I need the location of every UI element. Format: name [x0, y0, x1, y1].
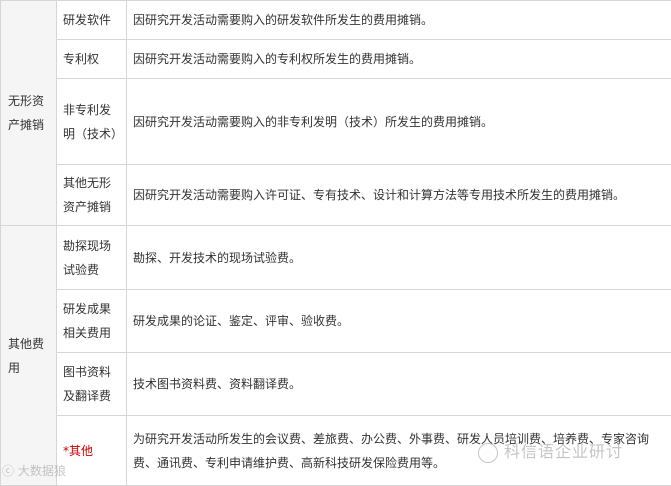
table-row: *其他 为研究开发活动所发生的会议费、差旅费、办公费、外事费、研发人员培训费、培… [1, 415, 671, 486]
item-cell: 勘探现场试验费 [56, 225, 127, 290]
description-cell: 勘探、开发技术的现场试验费。 [126, 225, 671, 290]
item-cell: 非专利发明（技术） [56, 78, 127, 165]
description-cell: 因研究开发活动需要购入许可证、专有技术、设计和计算方法等专用技术所发生的费用摊销… [126, 164, 671, 226]
table-row: 非专利发明（技术） 因研究开发活动需要购入的非专利发明（技术）所发生的费用摊销。 [1, 78, 671, 165]
table-row: 其他无形资产摊销 因研究开发活动需要购入许可证、专有技术、设计和计算方法等专用技… [1, 164, 671, 226]
description-cell: 因研究开发活动需要购入的研发软件所发生的费用摊销。 [126, 0, 671, 40]
description-cell: 研发成果的论证、鉴定、评审、验收费。 [126, 289, 671, 353]
rd-expense-table: 无形资产摊销 研发软件 因研究开发活动需要购入的研发软件所发生的费用摊销。 专利… [0, 0, 671, 486]
item-cell: 其他无形资产摊销 [56, 164, 127, 226]
description-cell: 为研究开发活动所发生的会议费、差旅费、办公费、外事费、研发人员培训费、培养费、专… [126, 415, 671, 486]
item-cell: 研发软件 [56, 0, 127, 40]
description-cell: 因研究开发活动需要购入的专利权所发生的费用摊销。 [126, 39, 671, 79]
item-cell: 研发成果相关费用 [56, 289, 127, 353]
table-row: 专利权 因研究开发活动需要购入的专利权所发生的费用摊销。 [1, 39, 671, 79]
table-row: 其他费用 勘探现场试验费 勘探、开发技术的现场试验费。 [0, 225, 671, 486]
category-cell-other: 其他费用 [0, 225, 57, 486]
item-cell: 图书资料及翻译费 [56, 352, 127, 416]
item-cell: 专利权 [56, 39, 127, 79]
table-row: 研发成果相关费用 研发成果的论证、鉴定、评审、验收费。 [1, 289, 671, 353]
category-cell-intangible: 无形资产摊销 [0, 0, 57, 226]
item-cell-highlighted: *其他 [56, 415, 127, 486]
table-row: 无形资产摊销 研发软件 因研究开发活动需要购入的研发软件所发生的费用摊销。 [0, 0, 671, 226]
table-row: 图书资料及翻译费 技术图书资料费、资料翻译费。 [1, 352, 671, 416]
description-cell: 因研究开发活动需要购入的非专利发明（技术）所发生的费用摊销。 [126, 78, 671, 165]
description-cell: 技术图书资料费、资料翻译费。 [126, 352, 671, 416]
